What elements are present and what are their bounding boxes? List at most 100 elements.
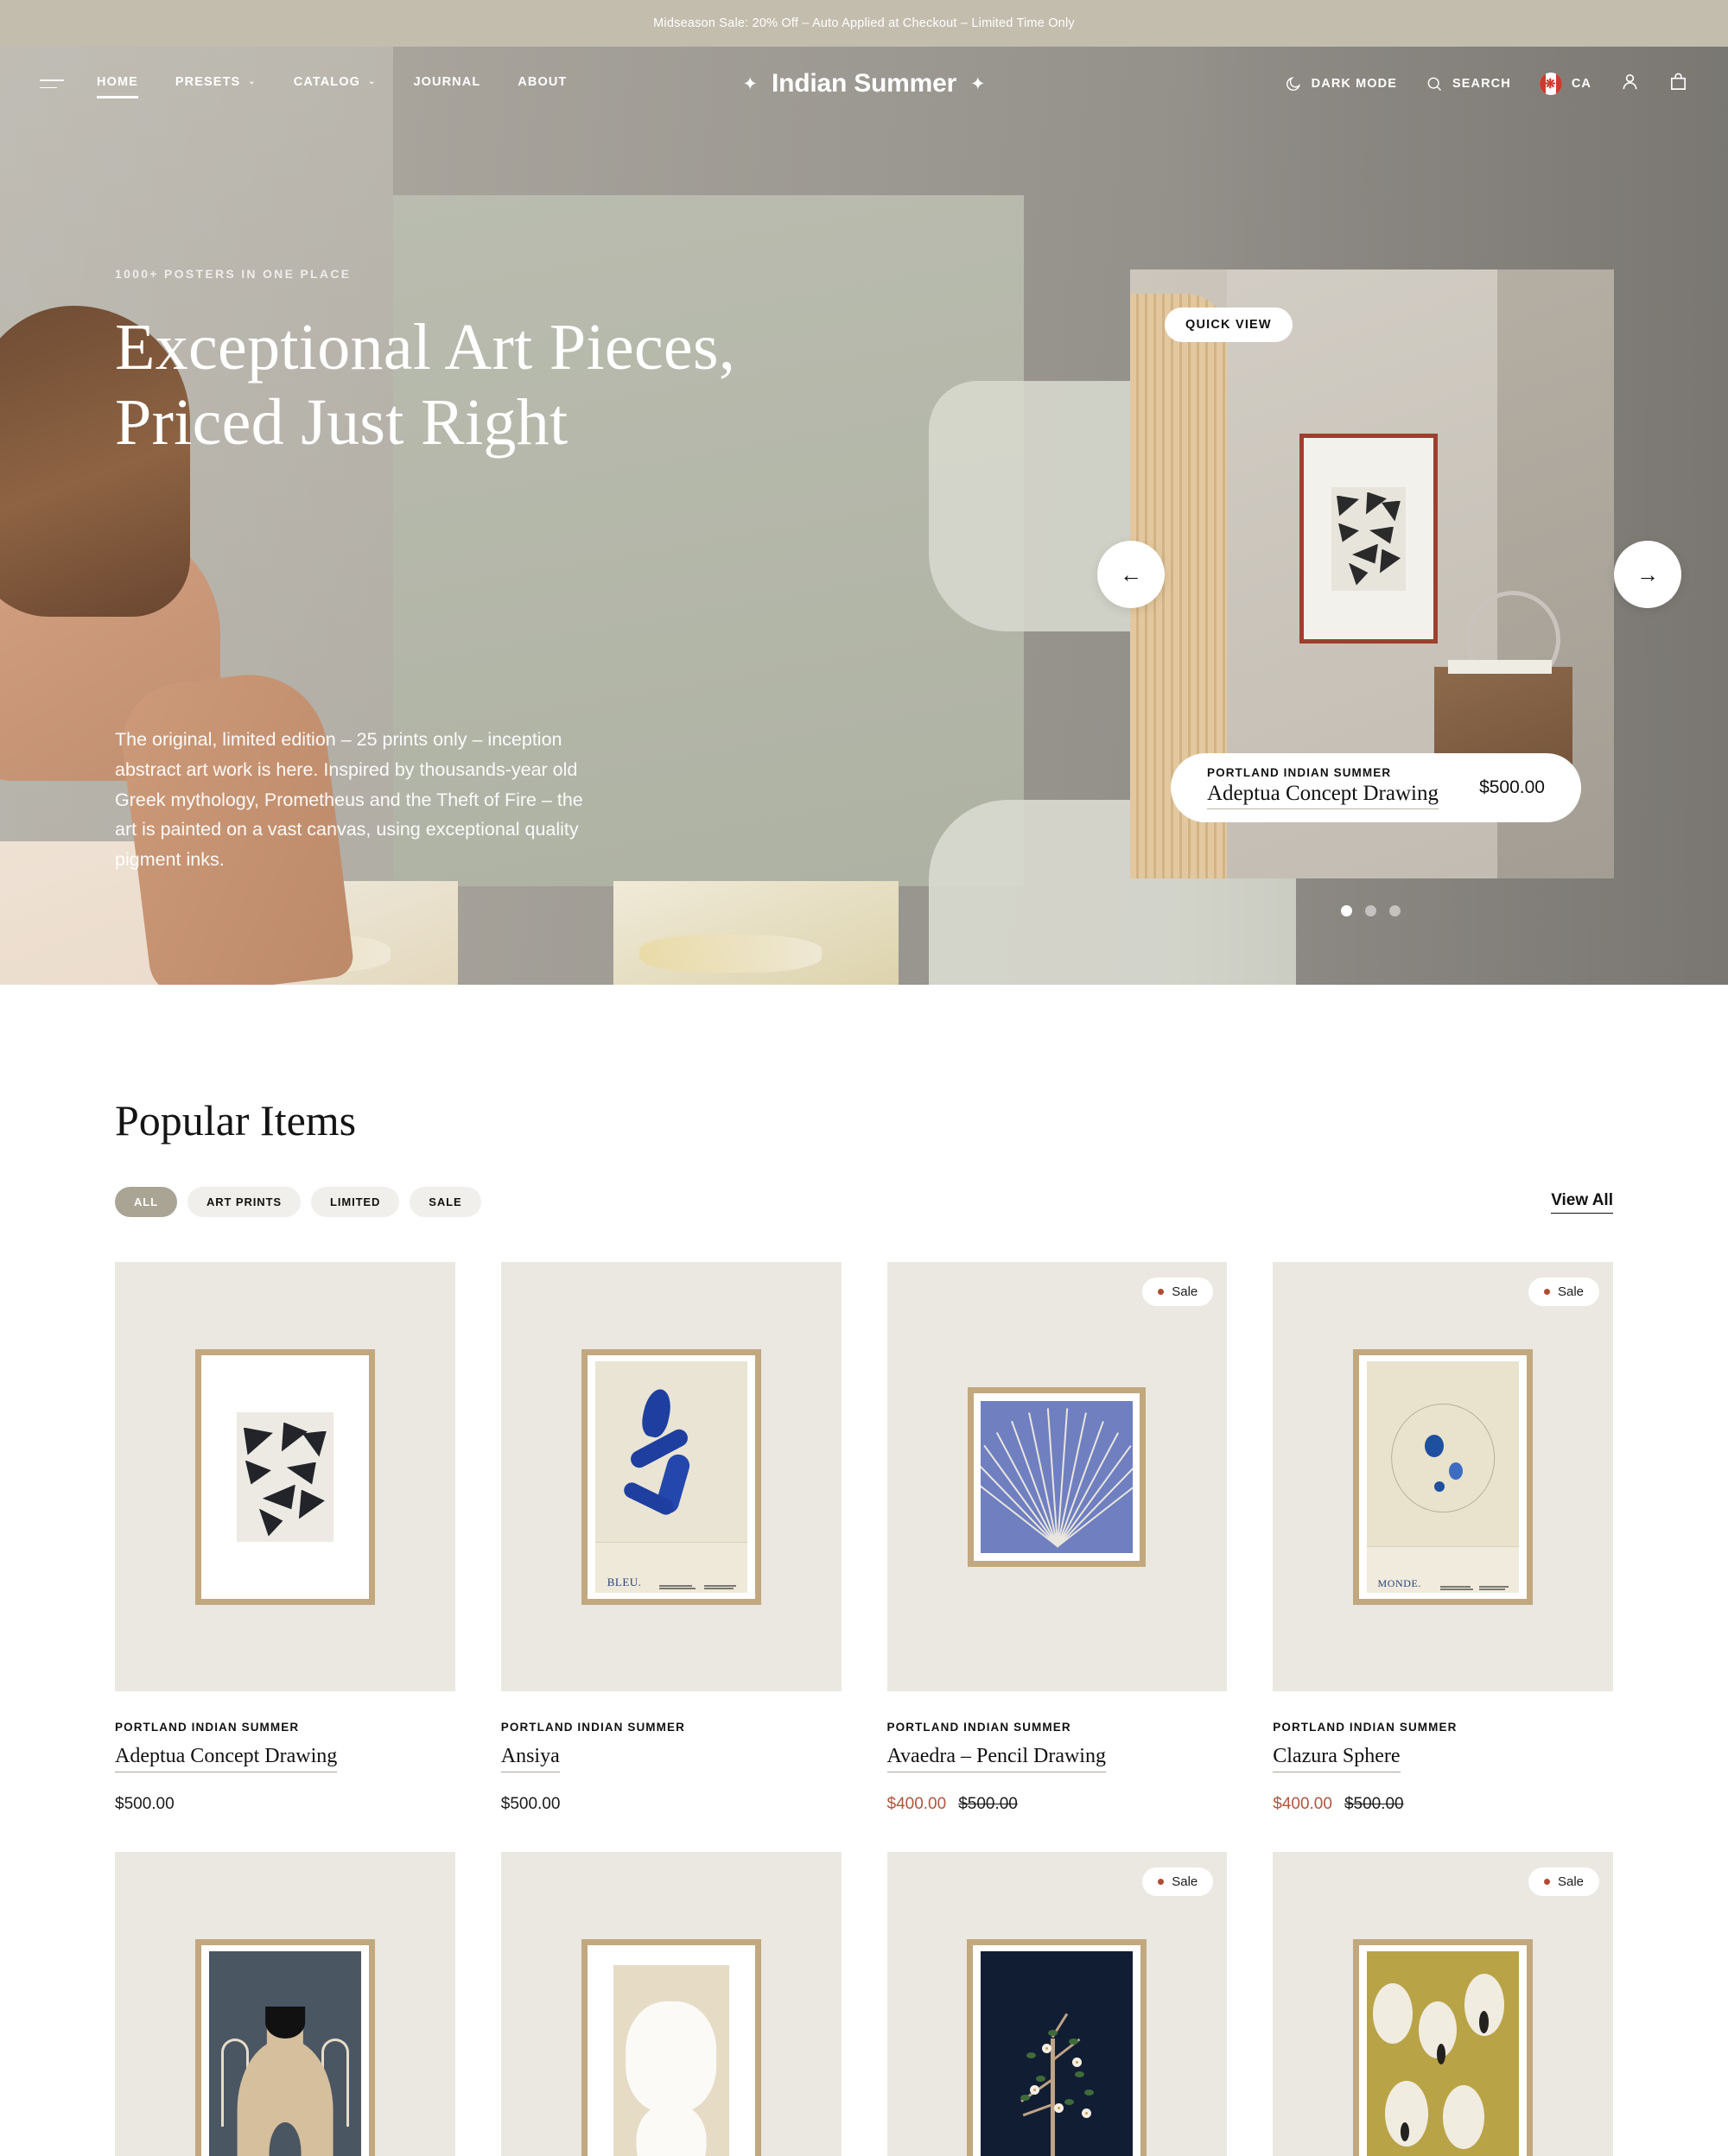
filter-pill-art-prints[interactable]: ART PRINTS bbox=[187, 1187, 301, 1217]
country-selector[interactable]: ❋ CA bbox=[1539, 73, 1591, 95]
product-image[interactable]: Sale bbox=[1273, 1852, 1613, 2156]
poster-artwork-blossom-tree bbox=[981, 1950, 1134, 2156]
slide-books bbox=[1448, 660, 1552, 674]
nav-item-home[interactable]: HOME bbox=[97, 74, 138, 98]
nav-label-catalog: CATALOG bbox=[293, 74, 361, 89]
hero-title-line-2: Priced Just Right bbox=[115, 385, 569, 459]
maple-leaf-icon: ❋ bbox=[1545, 76, 1557, 92]
poster-artwork-bleu: BLEU. bbox=[594, 1360, 747, 1593]
sale-badge: Sale bbox=[1528, 1867, 1599, 1896]
poster-artwork-fan bbox=[981, 1400, 1134, 1553]
hero-title-line-1: Exceptional Art Pieces, bbox=[115, 311, 736, 384]
arrow-right-icon: → bbox=[1636, 561, 1659, 587]
product-card[interactable]: PORTLAND INDIAN SUMMER Adeptua Concept D… bbox=[115, 1262, 455, 1814]
product-image[interactable]: Sale bbox=[886, 1262, 1228, 1691]
poster-frame bbox=[967, 1938, 1147, 2156]
poster-artwork-vase bbox=[208, 1950, 361, 2156]
product-image[interactable]: BLEU. bbox=[500, 1262, 842, 1691]
canada-flag-icon: ❋ bbox=[1539, 73, 1562, 95]
nav-item-journal[interactable]: JOURNAL bbox=[414, 75, 481, 93]
product-grid: PORTLAND INDIAN SUMMER Adeptua Concept D… bbox=[115, 1262, 1613, 2156]
nav-item-catalog[interactable]: CATALOG ⌄ bbox=[294, 75, 377, 93]
sparkle-icon-right: ✦ bbox=[970, 73, 986, 94]
product-card[interactable] bbox=[500, 1852, 842, 2156]
product-image[interactable] bbox=[115, 1852, 455, 2156]
price-original: $500.00 bbox=[958, 1795, 1018, 1813]
product-brand: PORTLAND INDIAN SUMMER bbox=[115, 1721, 300, 1734]
site-header: HOME PRESETS ⌄ CATALOG ⌄ JOURNAL ABOUT ✦… bbox=[0, 47, 1728, 121]
slide-framed-print bbox=[1299, 434, 1438, 644]
filter-pill-limited[interactable]: LIMITED bbox=[310, 1187, 400, 1217]
arrow-left-icon: ← bbox=[1120, 561, 1142, 587]
carousel-dots[interactable] bbox=[1341, 905, 1401, 916]
product-image[interactable]: Sale MONDE. bbox=[1273, 1262, 1613, 1691]
poster-caption-band: MONDE. bbox=[1367, 1545, 1520, 1593]
product-brand: PORTLAND INDIAN SUMMER bbox=[500, 1721, 685, 1734]
carousel-dot-2[interactable] bbox=[1365, 905, 1376, 916]
nav-label-presets: PRESETS bbox=[175, 74, 241, 89]
shopping-bag-icon bbox=[1671, 73, 1686, 90]
user-icon bbox=[1623, 74, 1637, 90]
poster-frame: BLEU. bbox=[581, 1348, 761, 1605]
carousel-next-button[interactable]: → bbox=[1614, 541, 1681, 608]
hero-title: Exceptional Art Pieces, Priced Just Righ… bbox=[115, 310, 772, 460]
product-image[interactable] bbox=[115, 1262, 455, 1691]
product-image[interactable] bbox=[500, 1852, 842, 2156]
chevron-down-icon: ⌄ bbox=[368, 77, 377, 86]
search-button[interactable]: SEARCH bbox=[1426, 75, 1511, 92]
cart-button[interactable] bbox=[1668, 72, 1688, 96]
product-price: $400.00 $500.00 bbox=[887, 1795, 1228, 1814]
product-title[interactable]: Adeptua Concept Drawing bbox=[115, 1745, 338, 1772]
carousel-prev-button[interactable]: ← bbox=[1097, 541, 1165, 608]
account-button[interactable] bbox=[1620, 72, 1640, 96]
product-card[interactable]: Sale MONDE. PORTLAND INDIAN SUMMER Clazu… bbox=[1273, 1262, 1613, 1814]
nav-item-about[interactable]: ABOUT bbox=[518, 75, 567, 93]
filter-pill-sale[interactable]: SALE bbox=[410, 1187, 481, 1217]
poster-word-bleu: BLEU. bbox=[607, 1576, 642, 1589]
nav-item-presets[interactable]: PRESETS ⌄ bbox=[175, 75, 257, 93]
product-title[interactable]: Avaedra – Pencil Drawing bbox=[886, 1745, 1106, 1772]
hamburger-menu-icon[interactable] bbox=[40, 79, 64, 89]
dark-mode-label: DARK MODE bbox=[1311, 77, 1397, 91]
sale-badge-label: Sale bbox=[1172, 1874, 1198, 1889]
product-title[interactable]: Clazura Sphere bbox=[1273, 1745, 1401, 1772]
sale-badge-label: Sale bbox=[1557, 1874, 1584, 1889]
sale-badge: Sale bbox=[1528, 1278, 1599, 1306]
sale-dot-icon bbox=[1158, 1879, 1165, 1885]
site-logo[interactable]: ✦ Indian Summer ✦ bbox=[742, 69, 985, 98]
poster-frame bbox=[1353, 1938, 1534, 2156]
product-image[interactable]: Sale bbox=[886, 1852, 1228, 2156]
price-original: $500.00 bbox=[1344, 1795, 1404, 1813]
vase-top bbox=[265, 2006, 305, 2039]
sale-dot-icon bbox=[1543, 1289, 1550, 1295]
product-price: $500.00 bbox=[115, 1795, 455, 1814]
filter-pill-all[interactable]: ALL bbox=[115, 1187, 177, 1217]
product-card[interactable]: Sale bbox=[1273, 1852, 1613, 2156]
nav-label-about: ABOUT bbox=[518, 74, 568, 89]
hero-product-card[interactable]: PORTLAND INDIAN SUMMER Adeptua Concept D… bbox=[1171, 753, 1581, 822]
dark-mode-toggle[interactable]: DARK MODE bbox=[1285, 75, 1397, 92]
poster-artwork-triangles bbox=[236, 1411, 334, 1542]
product-card[interactable]: Sale bbox=[886, 1262, 1228, 1814]
search-icon bbox=[1427, 77, 1442, 92]
carousel-dot-1[interactable] bbox=[1341, 905, 1352, 916]
product-brand: PORTLAND INDIAN SUMMER bbox=[886, 1721, 1071, 1734]
view-all-link[interactable]: View All bbox=[1551, 1191, 1613, 1214]
carousel-dot-3[interactable] bbox=[1389, 905, 1401, 916]
hero-product-title[interactable]: Adeptua Concept Drawing bbox=[1207, 782, 1439, 809]
poster-artwork-soft-shape bbox=[594, 1950, 747, 2156]
product-card[interactable]: Sale bbox=[886, 1852, 1228, 2156]
sale-dot-icon bbox=[1543, 1879, 1550, 1885]
quick-view-button[interactable]: QUICK VIEW bbox=[1165, 308, 1293, 342]
sale-badge: Sale bbox=[1142, 1278, 1214, 1306]
poster-circle bbox=[1391, 1404, 1495, 1513]
nav-label-home: HOME bbox=[97, 74, 138, 89]
product-card[interactable] bbox=[115, 1852, 455, 2156]
poster-frame bbox=[194, 1938, 375, 2156]
poster-word-monde: MONDE. bbox=[1377, 1576, 1422, 1589]
main-navigation: HOME PRESETS ⌄ CATALOG ⌄ JOURNAL ABOUT bbox=[97, 74, 567, 98]
poster-artwork-olive-pods bbox=[1367, 1950, 1520, 2156]
product-card[interactable]: BLEU. PORTLAND INDIAN SUMMER Ansiya $500… bbox=[500, 1262, 842, 1814]
product-title[interactable]: Ansiya bbox=[500, 1745, 560, 1772]
hero-copy: 1000+ POSTERS IN ONE PLACE Exceptional A… bbox=[115, 267, 772, 460]
